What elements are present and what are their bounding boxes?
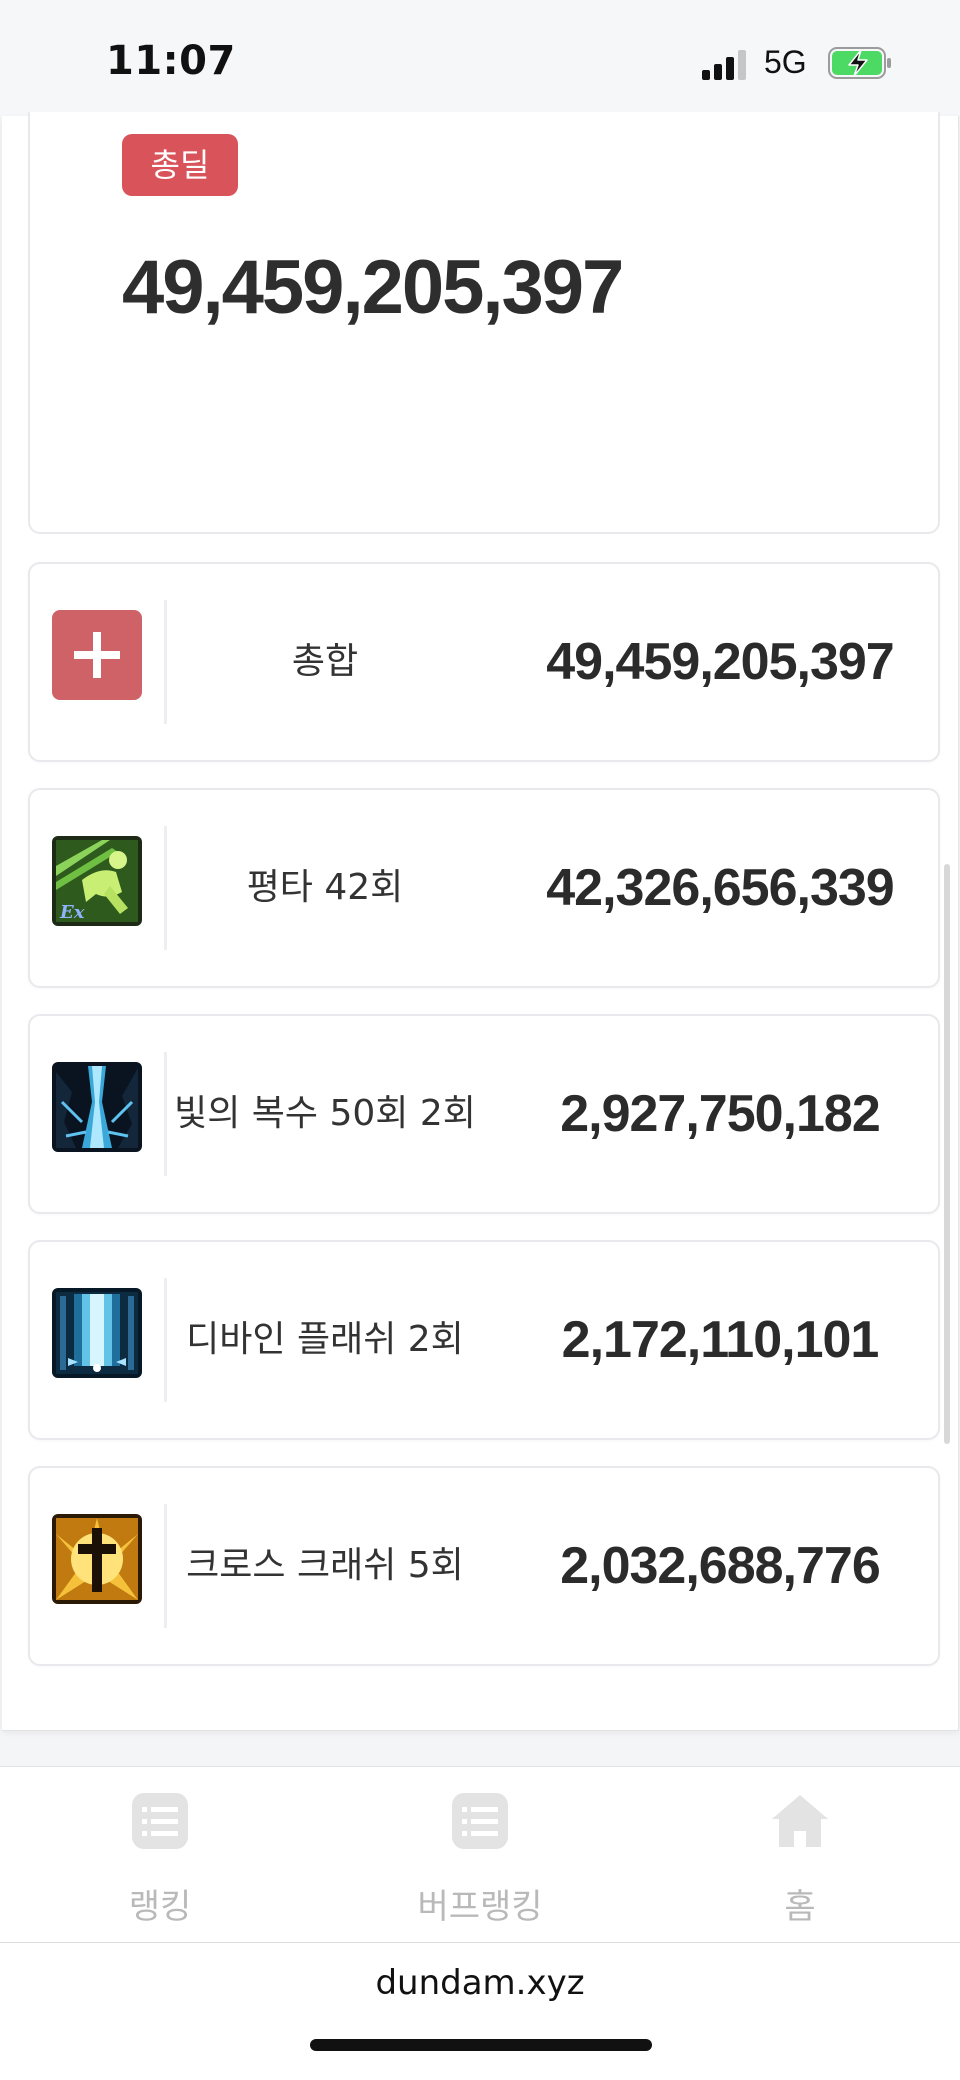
skill-row-divine-flash: 디바인 플래쉬 2회 2,172,110,101 xyxy=(28,1240,940,1440)
skill-damage: 2,927,750,182 xyxy=(560,1085,881,1143)
divine-flash-skill-icon xyxy=(52,1288,142,1378)
browser-url-bar: dundam.xyz xyxy=(0,1942,960,2080)
home-indicator[interactable] xyxy=(310,2039,652,2051)
nav-item-buff-ranking[interactable]: 버프랭킹 xyxy=(320,1767,640,1943)
skill-row-basic-attack: Ex 평타 42회 42,326,656,339 xyxy=(28,788,940,988)
status-bar: 11:07 5G xyxy=(0,0,960,116)
skill-name: 디바인 플래쉬 2회 xyxy=(186,1319,464,1360)
skill-row-total: 총합 49,459,205,397 xyxy=(28,562,940,762)
basic-attack-skill-icon: Ex xyxy=(52,836,142,926)
list-icon xyxy=(450,1791,510,1851)
damage-panel: 총딜 49,459,205,397 총합 49,459,205,397 Ex 평… xyxy=(2,112,959,1731)
svg-text:Ex: Ex xyxy=(59,902,85,923)
total-damage-value: 49,459,205,397 xyxy=(122,245,624,330)
skill-name: 총합 xyxy=(291,641,359,682)
status-time: 11:07 xyxy=(106,38,236,84)
skill-damage: 49,459,205,397 xyxy=(546,633,894,691)
url-text[interactable]: dundam.xyz xyxy=(0,1963,960,2003)
list-icon xyxy=(130,1791,190,1851)
plus-icon[interactable] xyxy=(52,610,142,700)
row-divider xyxy=(164,826,167,950)
row-divider xyxy=(164,1052,167,1176)
cellular-signal-icon xyxy=(702,48,750,80)
total-damage-card: 총딜 49,459,205,397 xyxy=(28,112,940,534)
battery-charging-icon xyxy=(828,46,892,80)
row-divider xyxy=(164,1278,167,1402)
skill-damage: 2,172,110,101 xyxy=(561,1311,880,1369)
skill-damage: 42,326,656,339 xyxy=(546,859,894,917)
row-divider xyxy=(164,1504,167,1628)
network-label: 5G xyxy=(764,44,807,80)
row-divider xyxy=(164,600,167,724)
nav-label: 랭킹 xyxy=(128,1887,192,1927)
skill-row-light-revenge: 빛의 복수 50회 2회 2,927,750,182 xyxy=(28,1014,940,1214)
bottom-navigation: 랭킹 버프랭킹 홈 xyxy=(0,1766,960,1943)
skill-name: 크로스 크래쉬 5회 xyxy=(186,1545,464,1586)
nav-item-home[interactable]: 홈 xyxy=(640,1767,960,1943)
scrollbar[interactable] xyxy=(944,864,950,1444)
total-damage-badge: 총딜 xyxy=(122,134,238,196)
skill-name: 빛의 복수 50회 2회 xyxy=(174,1093,476,1134)
cross-crash-skill-icon xyxy=(52,1514,142,1604)
nav-item-ranking[interactable]: 랭킹 xyxy=(0,1767,320,1943)
light-revenge-skill-icon xyxy=(52,1062,142,1152)
skill-damage: 2,032,688,776 xyxy=(560,1537,881,1595)
home-icon xyxy=(770,1791,830,1851)
skill-name: 평타 42회 xyxy=(246,867,404,908)
skill-row-cross-crash: 크로스 크래쉬 5회 2,032,688,776 xyxy=(28,1466,940,1666)
nav-label: 버프랭킹 xyxy=(417,1887,543,1927)
nav-label: 홈 xyxy=(784,1887,816,1927)
